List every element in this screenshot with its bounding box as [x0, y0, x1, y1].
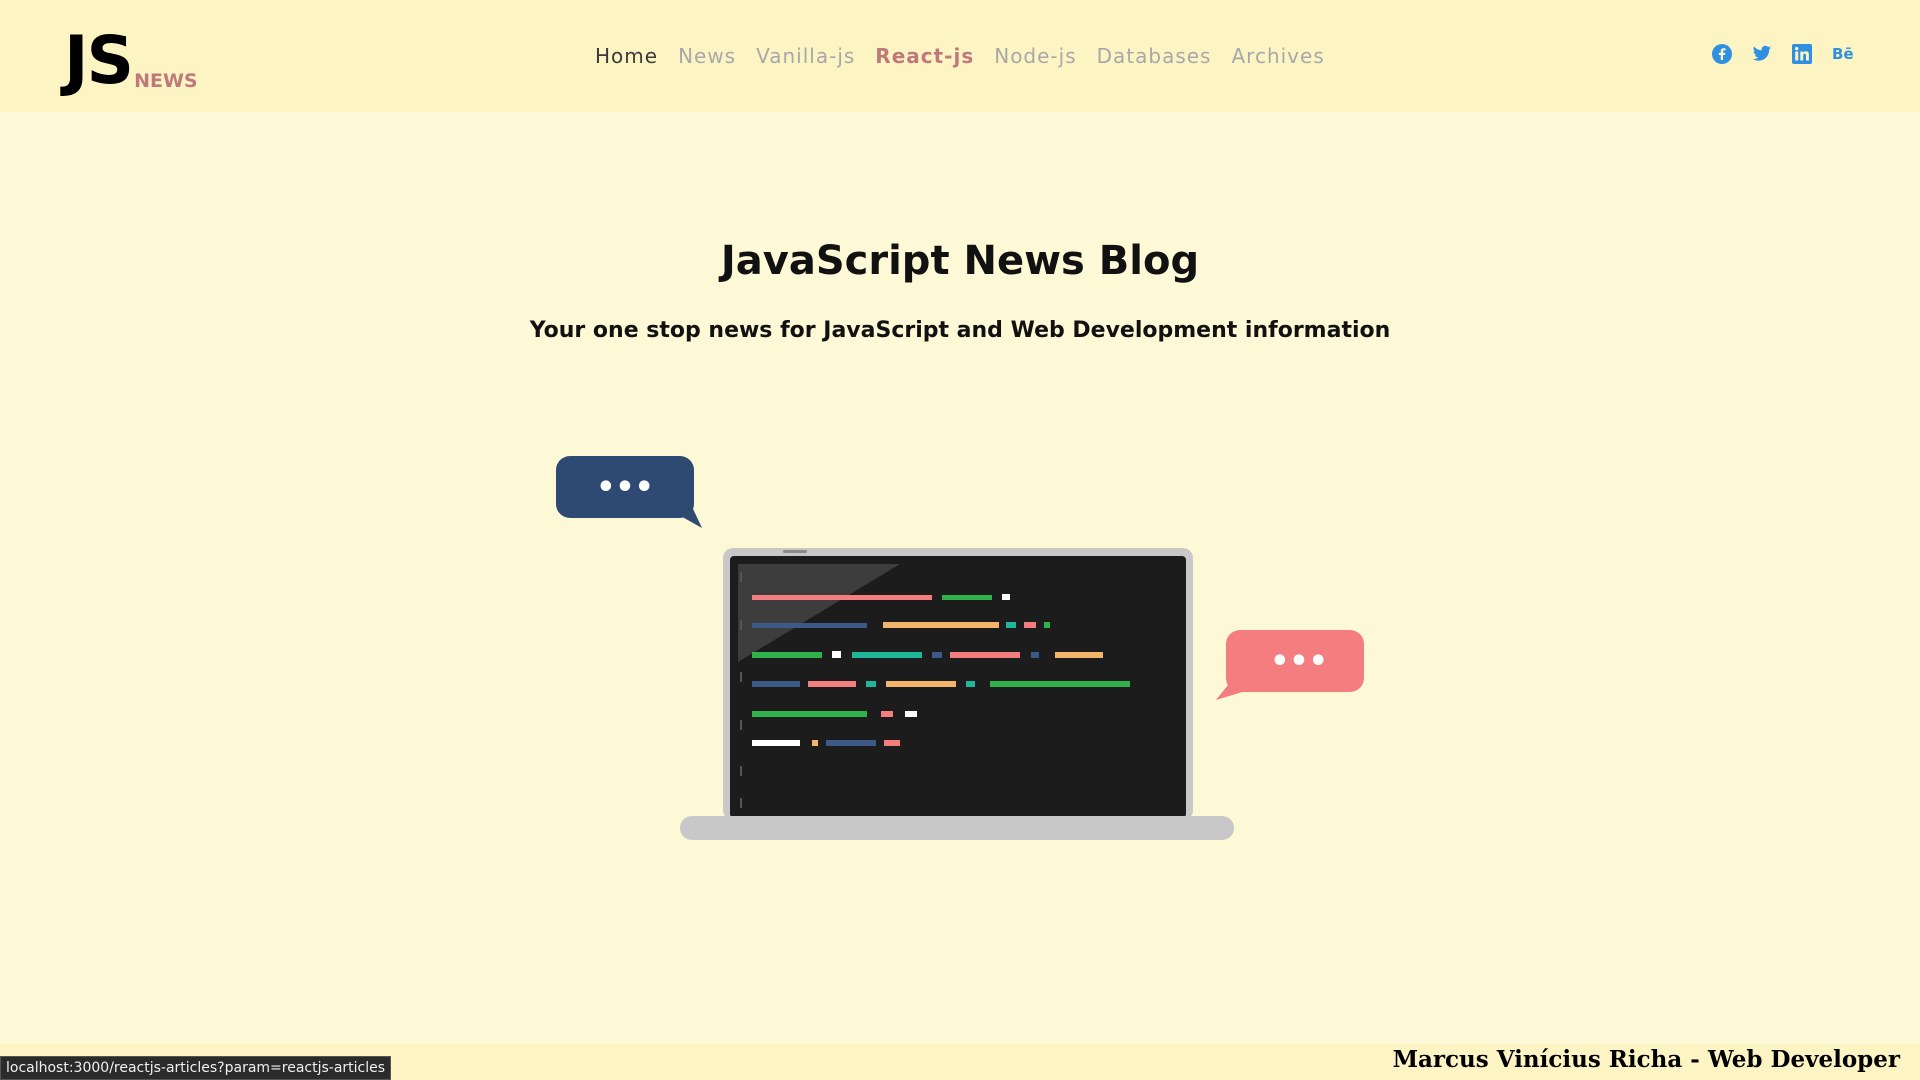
logo-news-text: NEWS [134, 70, 198, 92]
nav-link-archives[interactable]: Archives [1231, 44, 1324, 68]
right-bubble-dots: ••• [1270, 644, 1328, 679]
nav-link-node-js[interactable]: Node-js [994, 44, 1076, 68]
logo-js-text: JS [64, 22, 134, 99]
nav-link-news[interactable]: News [678, 44, 736, 68]
status-bar-url: localhost:3000/reactjs-articles?param=re… [0, 1056, 392, 1080]
site-header: JS NEWS Home News Vanilla-js React-js No… [0, 0, 1920, 112]
nav-link-vanilla-js[interactable]: Vanilla-js [756, 44, 855, 68]
left-speech-bubble: ••• [556, 456, 702, 528]
nav-link-react-js[interactable]: React-js [875, 44, 974, 68]
twitter-icon[interactable] [1752, 44, 1772, 64]
social-links: Bē [1712, 44, 1854, 64]
laptop-code-illustration: ••• ••• [556, 456, 1364, 840]
site-logo[interactable]: JS NEWS [64, 22, 198, 94]
nav-link-databases[interactable]: Databases [1097, 44, 1212, 68]
page-title: JavaScript News Blog [720, 238, 1200, 284]
main-nav: Home News Vanilla-js React-js Node-js Da… [595, 44, 1325, 68]
facebook-icon[interactable] [1712, 44, 1732, 64]
right-speech-bubble: ••• [1216, 630, 1364, 700]
laptop [680, 548, 1234, 840]
page-subtitle: Your one stop news for JavaScript and We… [529, 318, 1391, 343]
nav-link-home[interactable]: Home [595, 44, 658, 68]
linkedin-icon[interactable] [1792, 44, 1812, 64]
footer-credit: Marcus Vinícius Richa - Web Developer [1392, 1046, 1900, 1073]
behance-icon[interactable]: Bē [1832, 44, 1854, 64]
left-bubble-dots: ••• [596, 470, 654, 505]
